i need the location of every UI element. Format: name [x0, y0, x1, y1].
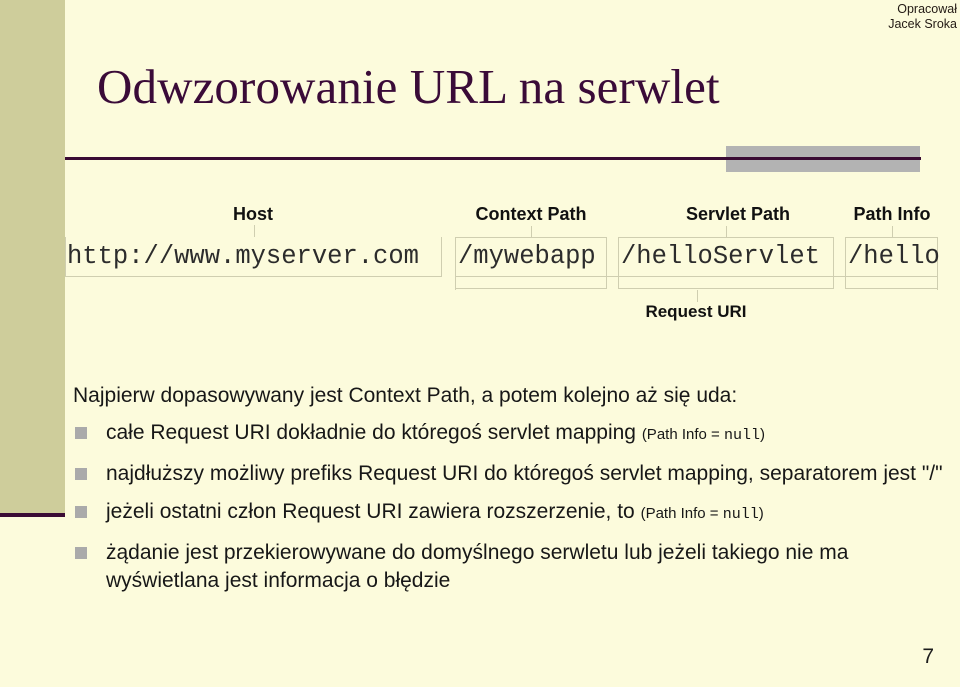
list-item-note-value: null	[722, 506, 759, 523]
title-divider-line	[65, 157, 921, 160]
segment-label-context-path: Context Path	[475, 204, 587, 224]
bullet-square-icon	[75, 468, 87, 480]
url-part-path-info: /hello	[848, 242, 940, 271]
bracket-tick-host	[253, 225, 255, 237]
list-item: żądanie jest przekierowywane do domyślne…	[73, 539, 953, 595]
list-item-note-suffix: )	[758, 505, 764, 522]
url-part-servlet-path: /helloServlet	[621, 242, 820, 271]
list-item-note-prefix: (Path Info =	[641, 426, 724, 443]
segment-label-path-info: Path Info	[853, 204, 931, 224]
list-item: całe Request URI dokładnie do któregoś s…	[73, 419, 953, 450]
author-credit: Opracował Jacek Sroka	[888, 2, 957, 32]
bullet-square-icon	[75, 427, 87, 439]
credit-line-prepared-by: Opracował	[897, 2, 957, 16]
list-item: jeżeli ostatni człon Request URI zawiera…	[73, 498, 953, 529]
list-item-text: żądanie jest przekierowywane do domyślne…	[106, 541, 849, 592]
list-item-note-suffix: )	[759, 426, 765, 443]
list-item-text: najdłuższy możliwy prefiks Request URI d…	[106, 462, 943, 485]
segment-label-host: Host	[233, 204, 273, 224]
bracket-tick-servlet-path	[726, 226, 727, 238]
bracket-tick-context-path	[531, 226, 532, 238]
bracket-tick-path-info	[891, 226, 893, 238]
slide-canvas: Opracował Jacek Sroka Odwzorowanie URL n…	[0, 0, 960, 687]
list-item-text: całe Request URI dokładnie do któregoś s…	[106, 421, 642, 444]
bracket-request-uri	[455, 276, 938, 302]
list-item: najdłuższy możliwy prefiks Request URI d…	[73, 460, 953, 488]
list-item-text: jeżeli ostatni człon Request URI zawiera…	[106, 500, 641, 523]
body-content: Najpierw dopasowywany jest Context Path,…	[73, 382, 953, 605]
request-uri-label: Request URI	[645, 302, 747, 321]
page-title: Odwzorowanie URL na serwlet	[97, 59, 720, 114]
matching-rules-list: całe Request URI dokładnie do któregoś s…	[73, 419, 953, 595]
url-part-context-path: /mywebapp	[458, 242, 596, 271]
page-number: 7	[922, 645, 934, 668]
sidebar-underline	[0, 513, 65, 517]
segment-label-servlet-path: Servlet Path	[685, 204, 791, 224]
credit-line-author-name: Jacek Sroka	[888, 17, 957, 31]
bracket-tick-request-uri	[696, 290, 698, 302]
lead-paragraph: Najpierw dopasowywany jest Context Path,…	[73, 384, 738, 407]
url-part-host: http://www.myserver.com	[67, 242, 419, 271]
bullet-square-icon	[75, 547, 87, 559]
list-item-note-prefix: (Path Info =	[640, 505, 723, 522]
list-item-note-value: null	[723, 427, 760, 444]
bullet-square-icon	[75, 506, 87, 518]
url-anatomy-diagram: Host Context Path Servlet Path Path Info…	[0, 196, 960, 326]
